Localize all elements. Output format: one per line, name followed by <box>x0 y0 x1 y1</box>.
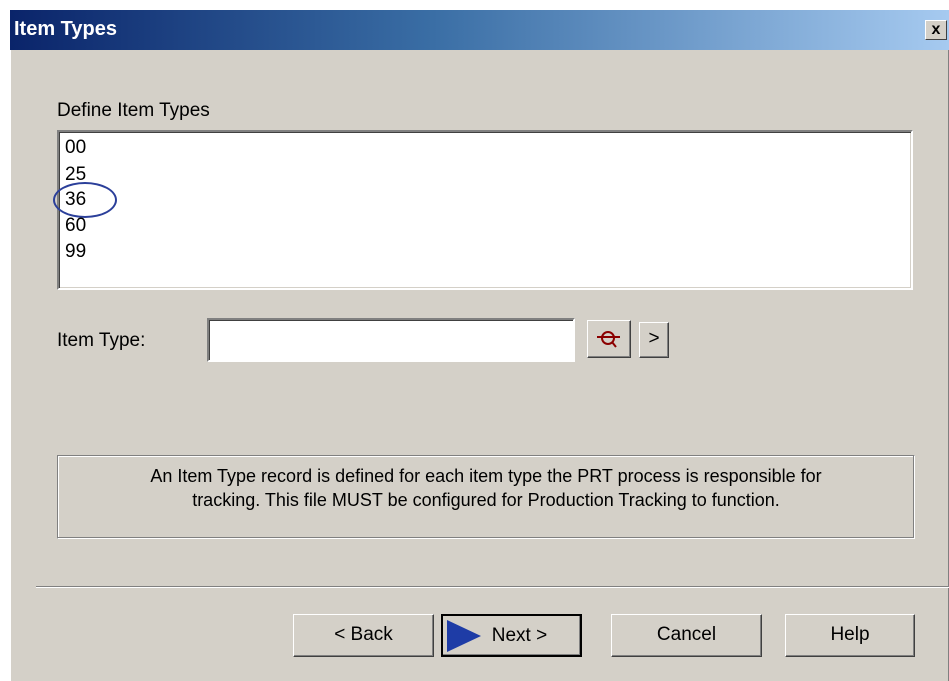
window-title: Item Types <box>14 18 117 40</box>
back-button[interactable]: < Back <box>293 614 434 657</box>
cancel-button[interactable]: Cancel <box>611 614 762 657</box>
help-button[interactable]: Help <box>785 614 915 657</box>
close-button[interactable]: x <box>925 20 947 40</box>
info-panel: An Item Type record is defined for each … <box>57 455 915 539</box>
close-icon: x <box>931 21 941 38</box>
define-item-types-label: Define Item Types <box>57 100 210 121</box>
item-type-label: Item Type: <box>57 330 146 351</box>
list-item[interactable]: 99 <box>65 242 86 262</box>
item-types-dialog: Item Types x Define Item Types 00 25 36 … <box>10 10 949 681</box>
separator <box>36 586 949 588</box>
search-icon <box>597 331 620 348</box>
lookup-button[interactable] <box>587 320 631 358</box>
highlight-circle-annotation <box>53 182 117 218</box>
list-item[interactable]: 36 <box>53 182 117 218</box>
next-field-button[interactable]: > <box>639 322 669 358</box>
info-text-line2: tracking. This file MUST be configured f… <box>192 490 780 510</box>
title-bar: Item Types x <box>10 10 949 50</box>
next-button[interactable]: Next > <box>441 614 582 657</box>
item-types-listbox[interactable]: 00 25 36 60 99 <box>53 130 913 290</box>
list-item[interactable]: 00 <box>65 138 86 158</box>
info-text-line1: An Item Type record is defined for each … <box>150 466 822 486</box>
next-button-label: Next > <box>491 625 548 646</box>
list-item[interactable]: 60 <box>65 216 86 236</box>
arrow-pointer-icon <box>447 620 481 652</box>
item-type-input[interactable] <box>207 318 575 362</box>
